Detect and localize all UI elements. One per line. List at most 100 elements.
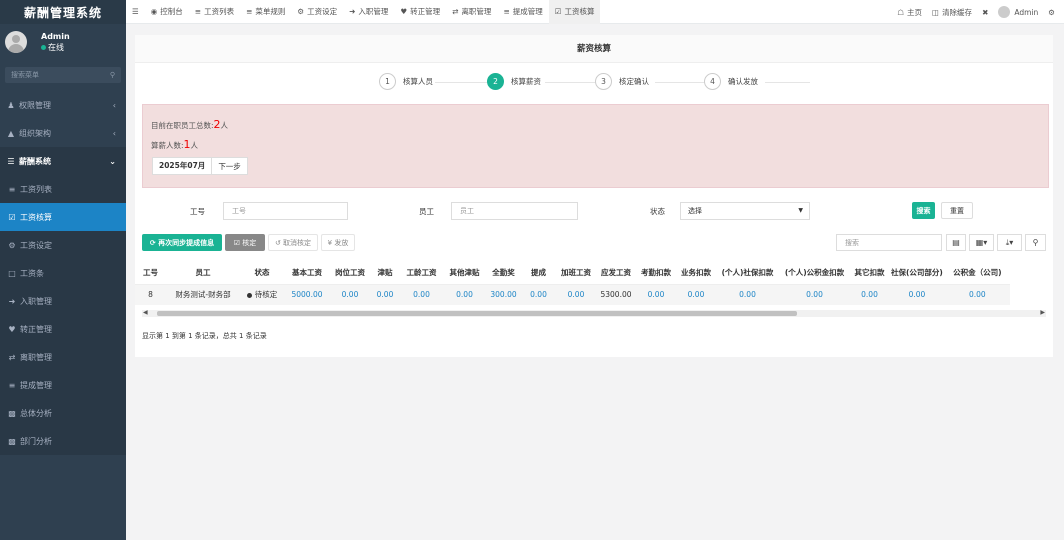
approve-button[interactable]: ☑ 核定 bbox=[225, 234, 265, 251]
user-menu[interactable]: Admin bbox=[993, 0, 1043, 24]
fullscreen-icon[interactable]: ✖ bbox=[982, 8, 988, 17]
job-no-input[interactable]: 工号 bbox=[223, 202, 348, 220]
cell-amount[interactable]: 0.00 bbox=[944, 283, 1010, 305]
search-icon[interactable]: ⚲ bbox=[110, 71, 115, 79]
column-header[interactable]: 其他津贴 bbox=[443, 262, 486, 284]
horizontal-scrollbar[interactable]: ◀ ▶ bbox=[142, 309, 1046, 317]
download-icon[interactable]: ⤓▾ bbox=[1006, 238, 1014, 248]
tab-commission[interactable]: ≡ 提成管理 bbox=[497, 0, 548, 24]
tab-salary-setting[interactable]: ⚙ 工资设定 bbox=[291, 0, 343, 24]
sidebar-item-salary-calc[interactable]: ☑ 工资核算 bbox=[0, 203, 126, 231]
sidebar-item-payslip[interactable]: □ 工资条 bbox=[0, 259, 126, 287]
tab-salary-list[interactable]: ≡ 工资列表 bbox=[189, 0, 240, 24]
column-header[interactable]: 其它扣款 bbox=[850, 262, 889, 284]
cell-amount[interactable]: 0.00 bbox=[556, 283, 596, 305]
column-header[interactable]: 社保(公司部分) bbox=[889, 262, 945, 284]
sidebar-item-onboarding[interactable]: ➜ 入职管理 bbox=[0, 287, 126, 315]
sidebar-item-regularization[interactable]: ♥ 转正管理 bbox=[0, 315, 126, 343]
sidebar-item-commission[interactable]: ≡ 提成管理 bbox=[0, 371, 126, 399]
home-link[interactable]: ☖ 主页 bbox=[892, 0, 927, 24]
summary-alert: 目前在职员工总数:2人 算薪人数:1人 2025年07月 下一步 bbox=[142, 104, 1049, 188]
tab-onboarding[interactable]: ➜ 入职管理 bbox=[343, 0, 394, 24]
table-search-input[interactable]: 搜索 bbox=[836, 234, 942, 251]
column-header[interactable]: 应发工资 bbox=[596, 262, 636, 284]
hamburger-icon[interactable]: ☰ bbox=[132, 7, 139, 16]
columns-icon[interactable]: ▦▾ bbox=[976, 238, 988, 247]
column-header[interactable]: (个人)公积金扣款 bbox=[779, 262, 850, 284]
columns-button[interactable]: ▦▾ bbox=[969, 234, 994, 251]
sidebar-item-org[interactable]: ▲ 组织架构 ‹ bbox=[0, 119, 126, 147]
toggle-view-button[interactable]: ▤ bbox=[946, 234, 966, 251]
column-header[interactable]: 工龄工资 bbox=[400, 262, 443, 284]
cell-amount[interactable]: 0.00 bbox=[636, 283, 676, 305]
step-4[interactable]: 4 确认发放 bbox=[704, 73, 758, 90]
cell-amount[interactable]: 300.00 bbox=[486, 283, 521, 305]
step-3[interactable]: 3 核定确认 bbox=[595, 73, 649, 90]
sidebar-item-salary-system[interactable]: ☰ 薪酬系统 ⌄ bbox=[0, 147, 126, 175]
sidebar-search[interactable]: 搜索菜单 ⚲ bbox=[5, 67, 121, 83]
tab-menu-rules[interactable]: ≡ 菜单规则 bbox=[240, 0, 291, 24]
cancel-approve-button[interactable]: ↺ 取消核定 bbox=[268, 234, 318, 251]
filter-form: 工号 工号 员工 员工 状态 选择 ▼ 搜索 重置 bbox=[135, 201, 1053, 221]
sidebar-item-resignation[interactable]: ⇄ 离职管理 bbox=[0, 343, 126, 371]
salary-table: 工号 员工 状态 基本工资 岗位工资 津贴 工龄工资 其他津贴 全勤奖 提成 加班工资 应发工资 考勤扣… bbox=[135, 262, 1010, 305]
column-header[interactable]: 津贴 bbox=[370, 262, 400, 284]
tab-resignation[interactable]: ⇄ 离职管理 bbox=[446, 0, 497, 24]
sidebar-item-salary-list[interactable]: ≡ 工资列表 bbox=[0, 175, 126, 203]
cell-amount[interactable]: 0.00 bbox=[330, 283, 370, 305]
table-row[interactable]: 8 财务测试-财务部 待核定 5000.00 0.00 0.00 0.00 0.00 300.0… bbox=[135, 283, 1010, 305]
gears-icon[interactable]: ⚙ bbox=[1048, 8, 1055, 17]
tab-salary-calc[interactable]: ☑ 工资核算 bbox=[548, 0, 601, 24]
sidebar-search-input[interactable]: 搜索菜单 bbox=[11, 70, 39, 80]
status-select[interactable]: 选择 ▼ bbox=[680, 202, 810, 220]
sync-commission-button[interactable]: ⟳ 再次同步提成信息 bbox=[142, 234, 222, 251]
next-step-button[interactable]: 下一步 bbox=[212, 161, 247, 172]
cell-amount[interactable]: 0.00 bbox=[779, 283, 850, 305]
list-view-icon[interactable]: ▤ bbox=[952, 238, 960, 247]
cell-amount[interactable]: 0.00 bbox=[850, 283, 889, 305]
cell-amount[interactable]: 0.00 bbox=[889, 283, 945, 305]
column-header[interactable]: 工号 bbox=[135, 262, 166, 284]
dashboard-icon: ◉ bbox=[150, 7, 158, 16]
column-header[interactable]: 全勤奖 bbox=[486, 262, 521, 284]
scrollbar-thumb[interactable] bbox=[157, 311, 797, 316]
cell-amount[interactable]: 0.00 bbox=[370, 283, 400, 305]
settings-button[interactable]: ⚙ bbox=[1043, 0, 1060, 24]
clear-cache-button[interactable]: ◫ 清除缓存 bbox=[927, 0, 977, 24]
cell-amount[interactable]: 0.00 bbox=[443, 283, 486, 305]
step-2[interactable]: 2 核算薪资 bbox=[487, 73, 541, 90]
tab-dashboard[interactable]: ◉ 控制台 bbox=[145, 0, 189, 24]
search-button[interactable]: 搜索 bbox=[912, 202, 935, 219]
column-header[interactable]: 提成 bbox=[521, 262, 556, 284]
column-header[interactable]: 业务扣款 bbox=[676, 262, 716, 284]
column-header[interactable]: (个人)社保扣款 bbox=[716, 262, 779, 284]
fullscreen-button[interactable]: ✖ bbox=[977, 0, 993, 24]
reset-button[interactable]: 重置 bbox=[941, 202, 973, 219]
sidebar-item-dept-analysis[interactable]: ▩ 部门分析 bbox=[0, 427, 126, 455]
scroll-left-icon[interactable]: ◀ bbox=[143, 309, 148, 316]
tab-regularization[interactable]: ♥ 转正管理 bbox=[394, 0, 446, 24]
sidebar-item-salary-setting[interactable]: ⚙ 工资设定 bbox=[0, 231, 126, 259]
column-header[interactable]: 员工 bbox=[166, 262, 240, 284]
sidebar-item-permission[interactable]: ♟ 权限管理 ‹ bbox=[0, 91, 126, 119]
pay-button[interactable]: ¥ 发放 bbox=[321, 234, 355, 251]
column-header[interactable]: 状态 bbox=[240, 262, 284, 284]
column-header[interactable]: 岗位工资 bbox=[330, 262, 370, 284]
advanced-search-button[interactable]: ⚲ bbox=[1025, 234, 1046, 251]
menu-toggle[interactable]: ☰ bbox=[126, 0, 145, 24]
export-button[interactable]: ⤓▾ bbox=[997, 234, 1022, 251]
column-header[interactable]: 基本工资 bbox=[284, 262, 330, 284]
scroll-right-icon[interactable]: ▶ bbox=[1040, 309, 1045, 316]
employee-input[interactable]: 员工 bbox=[451, 202, 578, 220]
column-header[interactable]: 加班工资 bbox=[556, 262, 596, 284]
column-header[interactable]: 考勤扣款 bbox=[636, 262, 676, 284]
cell-amount[interactable]: 0.00 bbox=[400, 283, 443, 305]
cell-amount[interactable]: 0.00 bbox=[716, 283, 779, 305]
cell-amount[interactable]: 0.00 bbox=[521, 283, 556, 305]
search-icon[interactable]: ⚲ bbox=[1033, 238, 1039, 247]
sidebar-item-overall-analysis[interactable]: ▩ 总体分析 bbox=[0, 399, 126, 427]
cell-amount[interactable]: 0.00 bbox=[676, 283, 716, 305]
cell-amount[interactable]: 5000.00 bbox=[284, 283, 330, 305]
column-header[interactable]: 公积金（公司) bbox=[945, 262, 1010, 284]
step-1[interactable]: 1 核算人员 bbox=[379, 73, 433, 90]
